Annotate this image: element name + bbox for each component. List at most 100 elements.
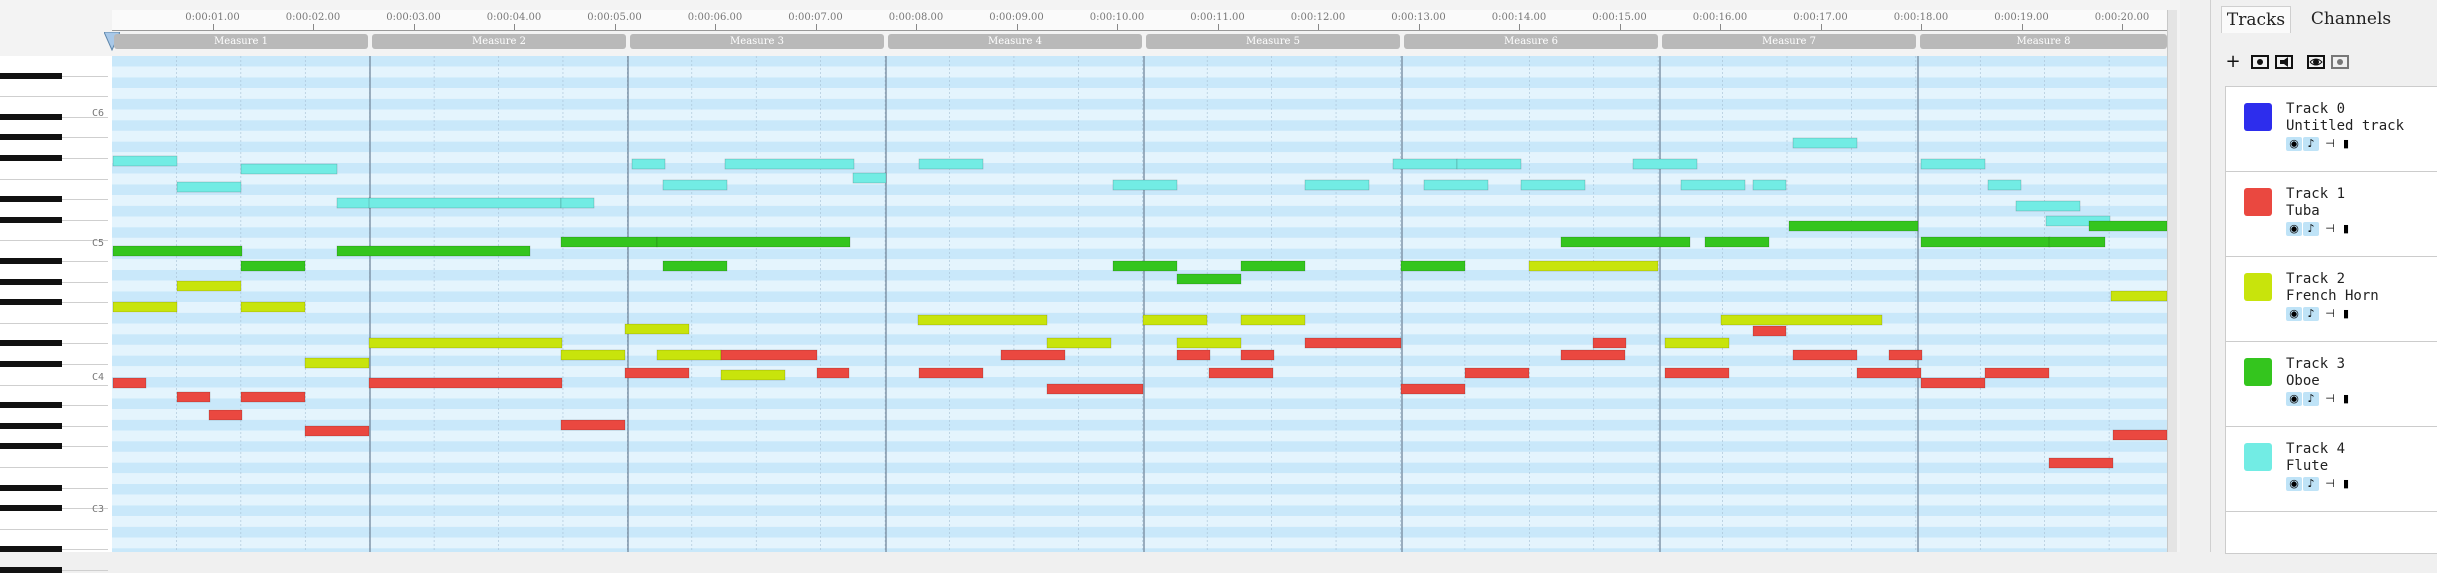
tuba-note[interactable]: [1046, 383, 1144, 395]
tuba-note[interactable]: [918, 367, 984, 379]
tuba-note[interactable]: [1792, 349, 1858, 361]
black-key[interactable]: [0, 72, 62, 79]
flute-note[interactable]: [1987, 179, 2022, 191]
instrument-icon[interactable]: ⊣: [2322, 307, 2338, 321]
delete-trash-icon[interactable]: ▮: [2338, 222, 2354, 236]
track-color-swatch[interactable]: [2244, 188, 2272, 216]
tuba-note[interactable]: [1304, 337, 1402, 349]
oboe-note[interactable]: [1112, 260, 1178, 272]
tuba-note[interactable]: [240, 391, 306, 403]
tuba-note[interactable]: [1000, 349, 1066, 361]
note-grid[interactable]: [112, 56, 2167, 552]
black-key[interactable]: [0, 155, 62, 161]
horn-note[interactable]: [560, 349, 626, 361]
tuba-note[interactable]: [1920, 377, 1986, 389]
oboe-note[interactable]: [240, 260, 306, 272]
measure-label[interactable]: Measure 1: [114, 34, 368, 49]
tuba-note[interactable]: [2112, 429, 2167, 441]
horn-note[interactable]: [1176, 337, 1242, 349]
white-key[interactable]: [0, 159, 108, 180]
oboe-note[interactable]: [336, 245, 531, 257]
white-key[interactable]: [0, 77, 108, 98]
instrument-icon[interactable]: ⊣: [2322, 392, 2338, 406]
tuba-note[interactable]: [1560, 349, 1626, 361]
oboe-note[interactable]: [1704, 236, 1770, 248]
flute-note[interactable]: [631, 158, 666, 170]
oboe-note[interactable]: [2088, 220, 2167, 232]
horn-note[interactable]: [368, 337, 563, 349]
flute-note[interactable]: [1304, 179, 1370, 191]
delete-trash-icon[interactable]: ▮: [2338, 137, 2354, 151]
flute-note[interactable]: [1632, 158, 1698, 170]
horn-note[interactable]: [720, 369, 786, 381]
oboe-note[interactable]: [1788, 220, 1919, 232]
visibility-eye-icon[interactable]: ◉: [2286, 477, 2302, 491]
track-row[interactable]: Track 1 Tuba ◉ ♪ ⊣ ▮: [2226, 172, 2437, 257]
tuba-note[interactable]: [304, 425, 370, 437]
tuba-note[interactable]: [1592, 337, 1627, 349]
flute-note[interactable]: [2015, 200, 2081, 212]
track-row[interactable]: Track 0 Untitled track ◉ ♪ ⊣ ▮: [2226, 87, 2437, 172]
delete-trash-icon[interactable]: ▮: [2338, 477, 2354, 491]
black-key[interactable]: [0, 113, 62, 120]
visibility-eye-icon[interactable]: ◉: [2286, 307, 2302, 321]
flute-note[interactable]: [368, 197, 562, 209]
tuba-note[interactable]: [1984, 367, 2050, 379]
visibility-eye-icon[interactable]: ◉: [2286, 137, 2302, 151]
tuba-note[interactable]: [176, 391, 211, 403]
oboe-note[interactable]: [1560, 236, 1691, 248]
black-key[interactable]: [0, 361, 62, 367]
measure-label[interactable]: Measure 4: [888, 34, 1142, 49]
tuba-note[interactable]: [1240, 349, 1275, 361]
flute-note[interactable]: [918, 158, 984, 170]
tuba-note[interactable]: [2048, 457, 2114, 469]
flute-note[interactable]: [240, 163, 338, 175]
flute-note[interactable]: [112, 155, 178, 167]
horn-note[interactable]: [624, 323, 690, 335]
oboe-note[interactable]: [560, 236, 658, 248]
black-key[interactable]: [0, 546, 62, 553]
horn-note[interactable]: [2110, 290, 2167, 302]
tuba-note[interactable]: [1752, 325, 1787, 337]
speaker-icon[interactable]: ♪: [2303, 477, 2319, 491]
instrument-icon[interactable]: ⊣: [2322, 137, 2338, 151]
horn-note[interactable]: [176, 280, 242, 292]
flute-note[interactable]: [724, 158, 855, 170]
measure-label[interactable]: Measure 7: [1662, 34, 1916, 49]
add-track-icon[interactable]: +: [2221, 50, 2245, 74]
flute-note[interactable]: [1520, 179, 1586, 191]
track-color-swatch[interactable]: [2244, 273, 2272, 301]
track-color-swatch[interactable]: [2244, 358, 2272, 386]
measure-label[interactable]: Measure 8: [1920, 34, 2167, 49]
black-key[interactable]: [0, 505, 62, 512]
delete-trash-icon[interactable]: ▮: [2338, 392, 2354, 406]
speaker-icon[interactable]: ♪: [2303, 307, 2319, 321]
black-key[interactable]: [0, 258, 62, 264]
black-key[interactable]: [0, 216, 62, 223]
speaker-icon[interactable]: ♪: [2303, 222, 2319, 236]
flute-note[interactable]: [176, 181, 242, 193]
visibility-eye-icon[interactable]: ◉: [2286, 222, 2302, 236]
visibility-eye-icon[interactable]: ◉: [2286, 392, 2302, 406]
flute-note[interactable]: [1680, 179, 1746, 191]
timeline-ruler[interactable]: 0:00:01.00 0:00:02.00 0:00:03.00 0:00:04.00…: [112, 10, 2167, 31]
track-color-swatch[interactable]: [2244, 103, 2272, 131]
black-key[interactable]: [0, 278, 62, 285]
tuba-note[interactable]: [624, 367, 690, 379]
measure-label[interactable]: Measure 5: [1146, 34, 1400, 49]
speaker-icon[interactable]: ♪: [2303, 392, 2319, 406]
flute-note[interactable]: [1752, 179, 1787, 191]
tab-channels[interactable]: Channels: [2301, 6, 2401, 32]
horn-note[interactable]: [304, 357, 370, 369]
horn-note[interactable]: [917, 314, 1048, 326]
oboe-note[interactable]: [1176, 273, 1242, 285]
flute-note[interactable]: [1423, 179, 1489, 191]
horn-note[interactable]: [1528, 260, 1659, 272]
flute-note[interactable]: [336, 197, 371, 209]
flute-note[interactable]: [1792, 137, 1858, 149]
black-key[interactable]: [0, 567, 62, 573]
track-row[interactable]: Track 4 Flute ◉ ♪ ⊣ ▮: [2226, 427, 2437, 512]
tuba-note[interactable]: [720, 349, 818, 361]
show-all-icon[interactable]: [2305, 50, 2329, 74]
oboe-note[interactable]: [1400, 260, 1466, 272]
